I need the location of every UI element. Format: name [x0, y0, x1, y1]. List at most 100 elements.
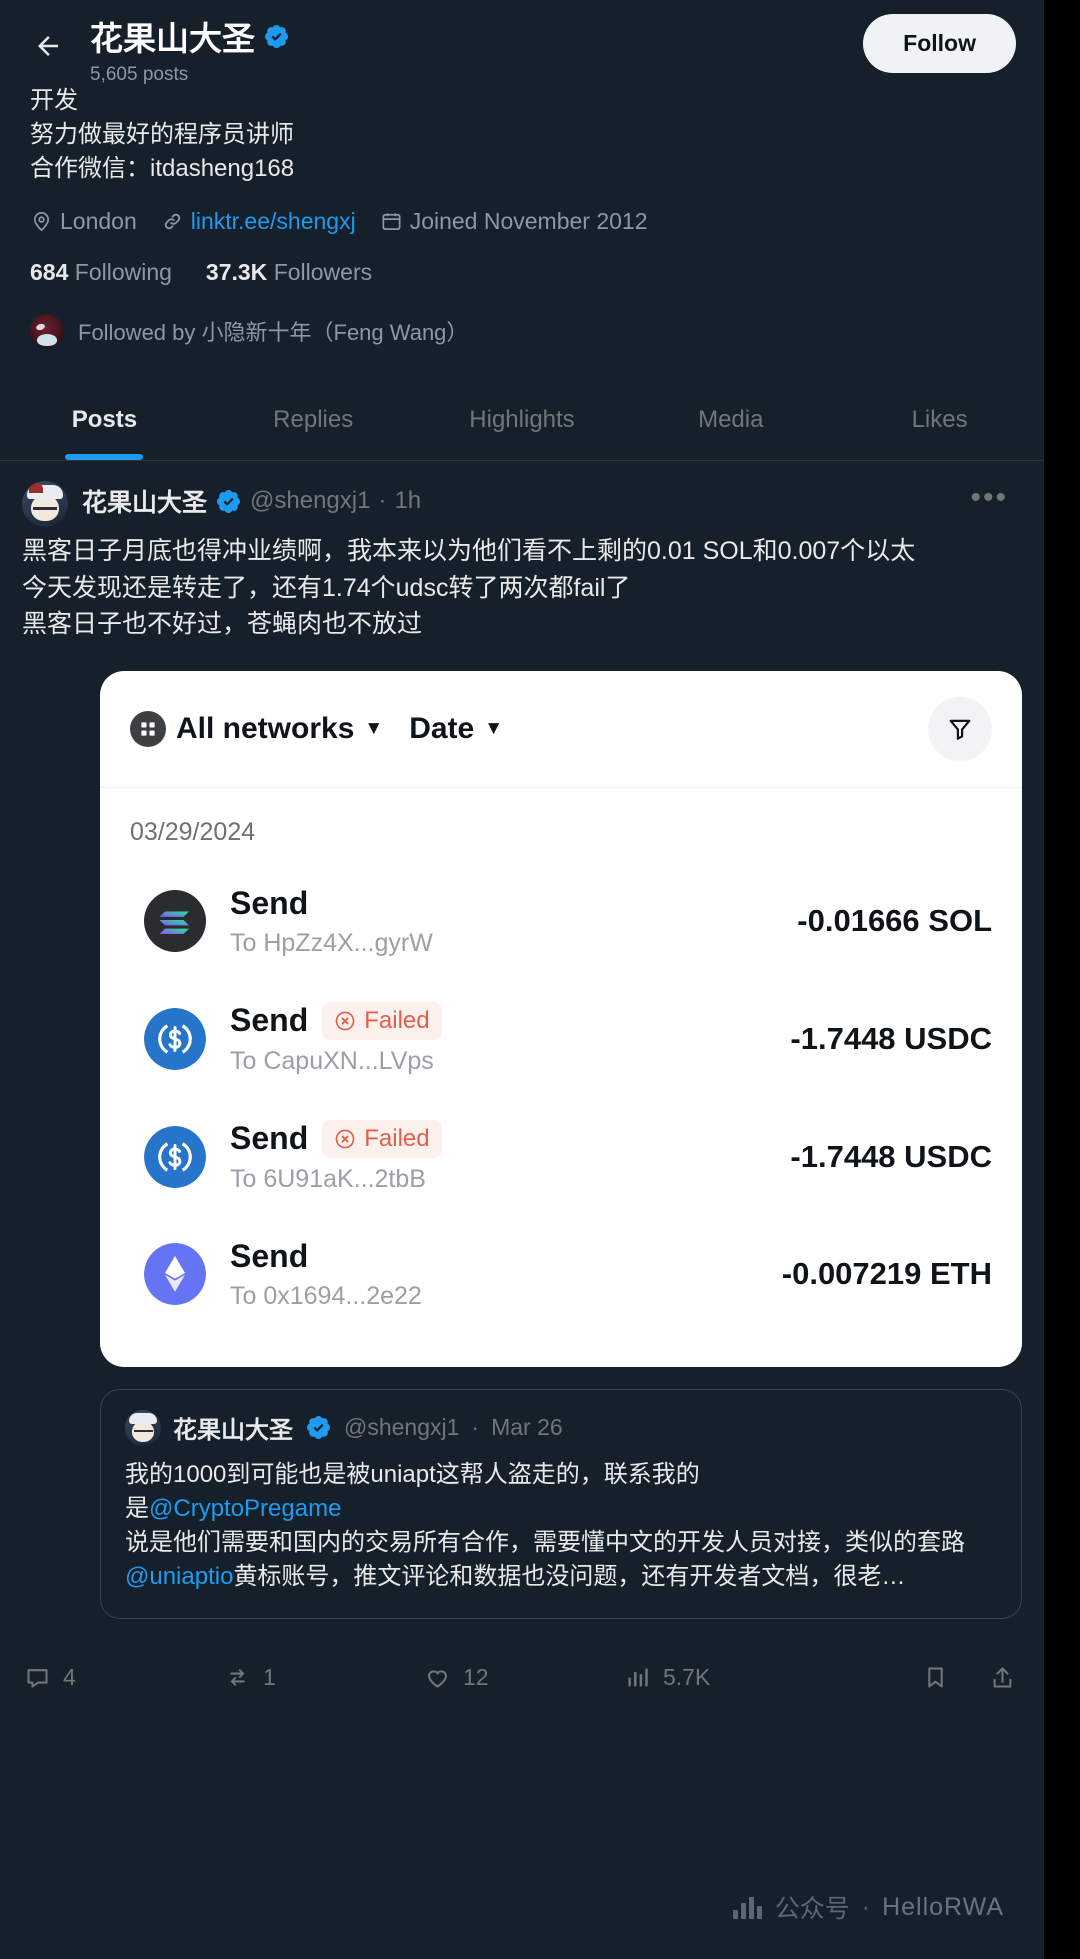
location-pin-icon	[33, 212, 50, 232]
verified-badge-icon	[264, 24, 289, 48]
tweet-author-avatar[interactable]	[22, 481, 68, 528]
tweet-article[interactable]: ••• 花果山大圣 @shengxj1 · 1h 黑客日子月底也得冲业绩啊，我本…	[0, 461, 1044, 643]
profile-display-name-row: 花果山大圣	[90, 12, 290, 60]
transaction-title: Send	[230, 1120, 309, 1157]
quoted-tweet-handle: @shengxj1	[344, 1414, 460, 1441]
transaction-row[interactable]: Send Failed To 6U91aK...2tbB -1.7448 USD…	[130, 1098, 992, 1216]
bookmark-icon	[928, 1667, 943, 1688]
views-bar-icon	[628, 1667, 648, 1687]
error-circle-icon	[335, 1129, 355, 1149]
transaction-title: Send	[230, 1002, 309, 1039]
watermark-brand: HelloRWA	[882, 1892, 1004, 1921]
solana-icon	[144, 890, 206, 953]
tab-highlights[interactable]: Highlights	[418, 386, 627, 460]
profile-joined: Joined November 2012	[380, 208, 648, 235]
profile-location: London	[30, 208, 137, 235]
reply-action[interactable]: 4	[24, 1664, 224, 1691]
bio-line-1: 开发	[30, 87, 78, 114]
tab-posts-label: Posts	[71, 406, 138, 434]
profile-joined-label: Joined November 2012	[409, 208, 648, 235]
transaction-amount: -0.007219 ETH	[781, 1256, 992, 1292]
retweet-count: 1	[263, 1663, 276, 1690]
views-action[interactable]: 5.7K	[624, 1664, 844, 1691]
chevron-down-icon: ▼	[364, 718, 384, 740]
tweet-author-name[interactable]: 花果山大圣	[82, 483, 207, 519]
quoted-tweet-timestamp: Mar 26	[491, 1414, 563, 1441]
transaction-title: Send	[230, 884, 309, 921]
transaction-recipient: To 0x1694...2e22	[230, 1281, 422, 1310]
profile-website-link[interactable]: linktr.ee/shengxj	[191, 208, 356, 235]
share-action[interactable]	[989, 1664, 1016, 1691]
quoted-line-4: @uniaptio黄标账号，推文评论和数据也没问题，还有开发者文档，很老…	[125, 1560, 997, 1594]
ethereum-icon	[144, 1243, 206, 1306]
filter-button[interactable]	[928, 696, 992, 761]
bookmark-action[interactable]	[922, 1664, 949, 1691]
profile-meta-row: London linktr.ee/shengxj Joined November…	[30, 208, 1014, 235]
action-bar-right	[922, 1664, 1016, 1691]
tweet-author-handle: @shengxj1	[250, 487, 371, 515]
retweet-action[interactable]: 1	[224, 1664, 424, 1691]
watermark-label: 公众号	[774, 1895, 850, 1923]
transaction-info: Send To 0x1694...2e22	[230, 1238, 758, 1311]
tweet-meta-separator: ·	[378, 487, 387, 515]
tab-likes[interactable]: Likes	[835, 386, 1044, 460]
tab-media[interactable]: Media	[626, 386, 835, 460]
wallet-transaction-list: 03/29/2024 Send To HpZz4X...gyrW -0.0166…	[100, 788, 1022, 1367]
like-action[interactable]: 12	[424, 1664, 624, 1691]
transaction-row[interactable]: Send To HpZz4X...gyrW -0.01666 SOL	[130, 863, 992, 980]
share-upload-icon	[993, 1667, 1012, 1688]
profile-display-name: 花果山大圣	[90, 20, 255, 57]
status-badge-label: Failed	[364, 1006, 430, 1034]
transaction-recipient: To 6U91aK...2tbB	[230, 1164, 426, 1193]
more-horizontal-icon[interactable]: •••	[970, 483, 1008, 513]
profile-bio-section: 开发 努力做最好的程序员讲师 合作微信：itdasheng168 London …	[0, 82, 1044, 349]
quoted-line-2: 是@CryptoPregame	[125, 1492, 997, 1526]
quoted-tweet-avatar	[125, 1409, 161, 1446]
followed-by-avatar	[30, 314, 64, 349]
followed-by-row[interactable]: Followed by 小隐新十年（Feng Wang）	[30, 314, 1014, 349]
tab-posts[interactable]: Posts	[0, 386, 209, 460]
sort-filter-dropdown[interactable]: Date ▼	[409, 712, 503, 746]
tab-replies[interactable]: Replies	[209, 386, 418, 460]
transaction-info: Send Failed To CapuXN...LVps	[230, 1001, 766, 1076]
following-stat[interactable]: 684 Following	[30, 259, 172, 286]
network-filter-label: All networks	[176, 711, 355, 745]
status-badge: Failed	[322, 1119, 442, 1158]
watermark-separator: ·	[861, 1892, 871, 1921]
quoted-mention-cryptopregame[interactable]: @CryptoPregame	[149, 1495, 341, 1522]
transaction-row[interactable]: Send Failed To CapuXN...LVps -1.7448 USD…	[130, 980, 992, 1098]
arrow-left-icon	[38, 36, 58, 56]
quoted-mention-uniaptio[interactable]: @uniaptio	[125, 1563, 233, 1590]
followers-count: 37.3K	[205, 259, 268, 286]
transaction-title: Send	[230, 1237, 309, 1274]
follow-button[interactable]: Follow	[863, 14, 1016, 73]
error-circle-icon	[335, 1011, 355, 1031]
following-label: Following	[74, 259, 172, 286]
tab-replies-label: Replies	[273, 406, 354, 434]
screen-right-gutter	[1044, 0, 1080, 1959]
profile-tabs: Posts Replies Highlights Media Likes	[0, 386, 1044, 462]
quoted-tweet[interactable]: 花果山大圣 @shengxj1 · Mar 26 我的1000到可能也是被uni…	[100, 1388, 1022, 1620]
tab-media-label: Media	[698, 406, 764, 434]
verified-badge-icon	[216, 489, 241, 513]
filter-funnel-icon	[949, 719, 971, 740]
transaction-amount: -1.7448 USDC	[790, 1020, 992, 1056]
tweet-body-line-3: 黑客日子也不好过，苍蝇肉也不放过	[22, 610, 423, 639]
views-count: 5.7K	[663, 1663, 711, 1690]
wallet-card-toolbar: All networks ▼ Date ▼	[100, 671, 1022, 788]
profile-website[interactable]: linktr.ee/shengxj	[161, 208, 356, 235]
quoted-line-4-rest: 黄标账号，推文评论和数据也没问题，还有开发者文档，很老…	[233, 1562, 906, 1590]
tweet-body-line-2: 今天发现还是转走了，还有1.74个udsc转了两次都fail了	[22, 573, 631, 602]
transaction-info: Send Failed To 6U91aK...2tbB	[230, 1119, 766, 1194]
transaction-title-row: Send	[230, 885, 773, 922]
calendar-icon	[382, 213, 401, 231]
transaction-row[interactable]: Send To 0x1694...2e22 -0.007219 ETH	[130, 1216, 992, 1333]
tweet-body-line-1: 黑客日子月底也得冲业绩啊，我本来以为他们看不上剩的0.01 SOL和0.007个…	[22, 537, 916, 566]
network-filter-dropdown[interactable]: All networks ▼	[130, 710, 384, 747]
wallet-activity-card[interactable]: All networks ▼ Date ▼ 03/29/2024 Send To…	[100, 670, 1022, 1367]
back-button[interactable]	[22, 20, 74, 72]
followers-stat[interactable]: 37.3K Followers	[206, 259, 372, 286]
sort-filter-label: Date	[409, 711, 475, 745]
status-badge: Failed	[322, 1001, 442, 1040]
quoted-tweet-separator: ·	[471, 1414, 480, 1441]
